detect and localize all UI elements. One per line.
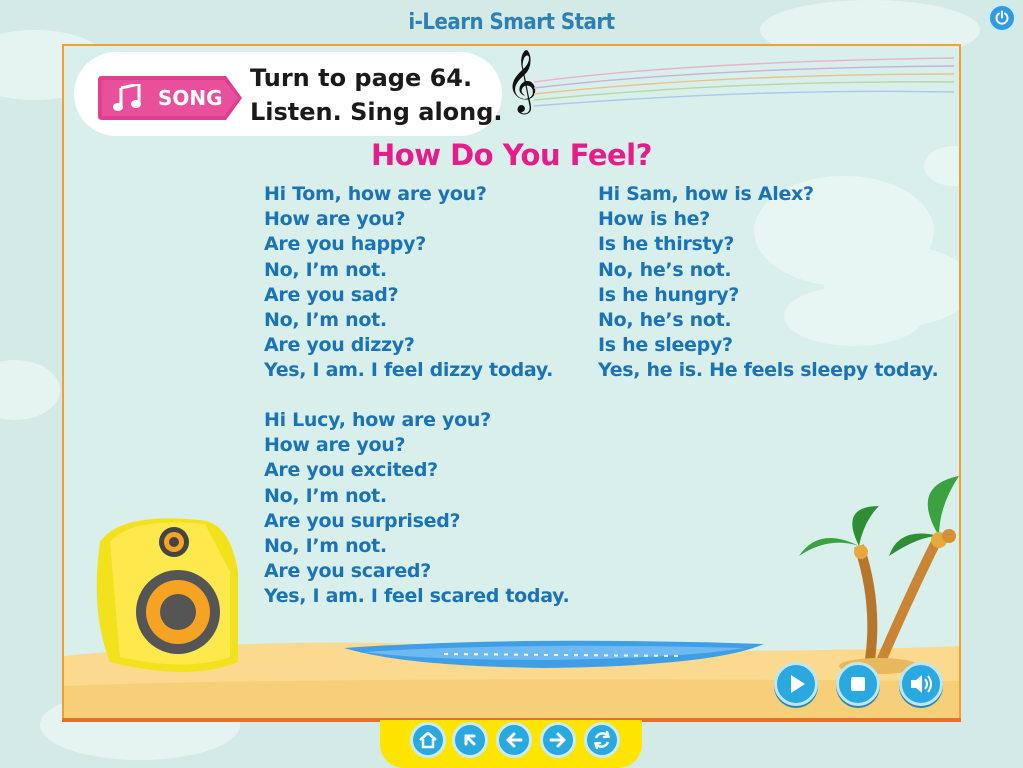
lyric-line: Are you scared?: [264, 560, 431, 583]
lyric-line: Is he hungry?: [598, 283, 740, 306]
lyric-line: No, I’m not.: [264, 309, 387, 332]
lyric-line: How are you?: [264, 208, 406, 231]
audio-button[interactable]: [899, 662, 943, 706]
music-staff-decoration: [534, 57, 955, 107]
play-icon: [791, 675, 805, 693]
lyric-line: Is he thirsty?: [598, 233, 735, 256]
lyric-line: Are you sad?: [264, 283, 399, 306]
lyric-line: Hi Lucy, how are you?: [264, 409, 491, 431]
replay-icon: [593, 730, 611, 750]
lyric-line: Hi Tom, how are you?: [264, 183, 487, 205]
palm-tree-illustration: [799, 476, 959, 674]
speaker-icon: [911, 675, 932, 693]
lyric-line: How is he?: [598, 208, 710, 231]
song-title: How Do You Feel?: [371, 138, 652, 172]
app-title: i-Learn Smart Start: [408, 10, 615, 35]
verse-3: Hi Lucy, how are you? How are you? Are y…: [264, 408, 570, 610]
lyric-line: How are you?: [264, 434, 406, 457]
verse-1: Hi Tom, how are you? How are you? Are yo…: [264, 182, 553, 384]
lyric-line: Is he sleepy?: [598, 334, 733, 357]
song-tag: SONG: [98, 76, 242, 120]
instruction-line-1: Turn to page 64.: [250, 64, 473, 92]
back-button[interactable]: [452, 722, 488, 758]
song-panel: SONG Turn to page 64. Listen. Sing along…: [62, 44, 961, 722]
song-tag-label: SONG: [158, 86, 223, 110]
stop-icon: [851, 677, 865, 691]
lyric-line: Are you dizzy?: [264, 334, 415, 357]
next-icon: [549, 732, 566, 748]
lyric-line: Yes, I am. I feel dizzy today.: [264, 359, 554, 382]
lyric-line: No, he’s not.: [598, 309, 732, 332]
lyric-line: No, I’m not.: [264, 258, 387, 281]
lyric-line: Are you surprised?: [264, 509, 461, 532]
power-icon: [995, 10, 1009, 25]
lyric-line: No, I’m not.: [264, 484, 387, 507]
previous-button[interactable]: [496, 722, 532, 758]
play-button[interactable]: [774, 662, 818, 706]
lyric-line: Yes, he is. He feels sleepy today.: [598, 359, 939, 382]
power-button[interactable]: [987, 3, 1017, 33]
verse-2: Hi Sam, how is Alex? How is he? Is he th…: [598, 182, 939, 384]
replay-button[interactable]: [584, 722, 620, 758]
next-button[interactable]: [540, 722, 576, 758]
previous-icon: [506, 732, 523, 748]
music-note-icon: [113, 84, 141, 111]
back-arrow-icon: [464, 734, 476, 746]
song-instruction-banner: SONG Turn to page 64. Listen. Sing along…: [74, 52, 503, 136]
stop-button[interactable]: [836, 662, 880, 706]
speaker-illustration: [96, 518, 239, 672]
lyric-line: Are you excited?: [264, 459, 438, 482]
lyric-line: No, he’s not.: [598, 258, 732, 281]
lyric-line: Yes, I am. I feel scared today.: [264, 585, 570, 608]
home-icon: [419, 731, 437, 749]
background-cloud: [0, 360, 60, 420]
lyric-line: No, I’m not.: [264, 535, 387, 558]
instruction-line-2: Listen. Sing along.: [250, 98, 503, 126]
home-button[interactable]: [410, 722, 446, 758]
lyric-line: Hi Sam, how is Alex?: [598, 183, 814, 205]
lyric-line: Are you happy?: [264, 233, 426, 256]
